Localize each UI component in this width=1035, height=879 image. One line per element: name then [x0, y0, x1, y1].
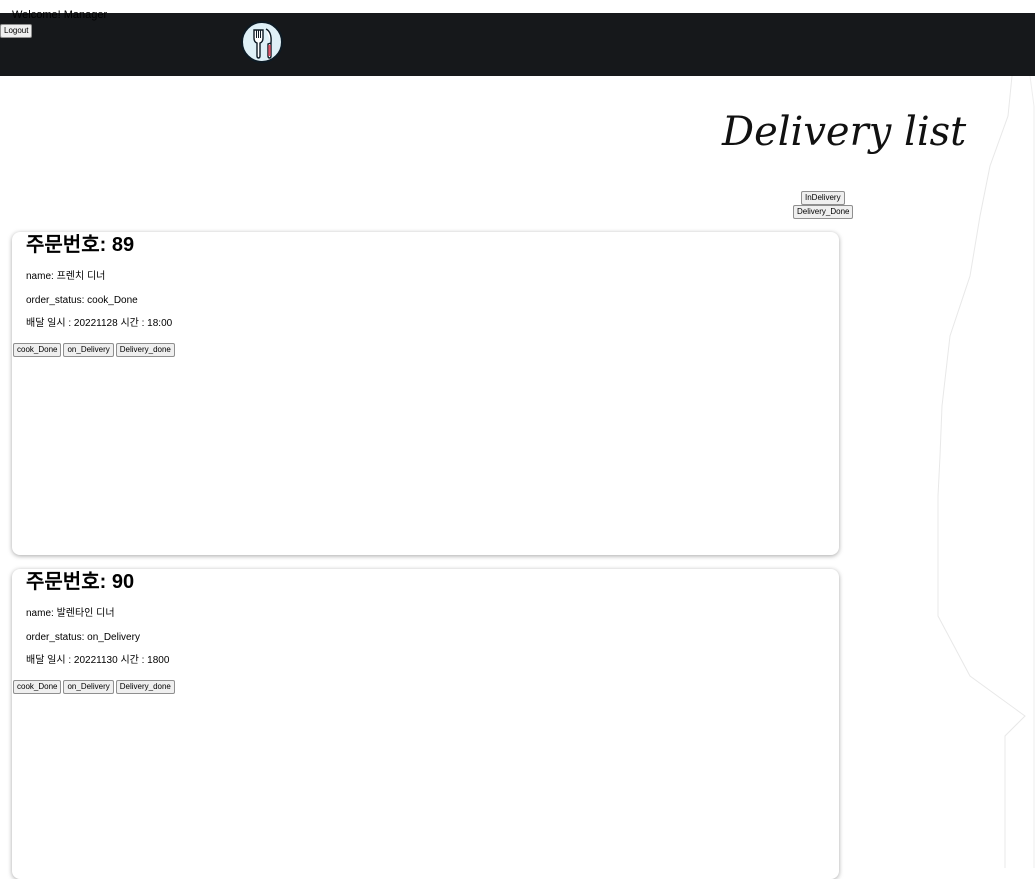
- order-number-title: 주문번호: 90: [26, 571, 135, 593]
- cook-done-button[interactable]: cook_Done: [13, 680, 62, 694]
- order-name: name: 발렌타인 디너: [26, 608, 115, 619]
- filter-in-delivery-button[interactable]: InDelivery: [801, 191, 845, 205]
- delivery-datetime: 배달 일시 : 20221128 시간 : 18:00: [26, 318, 173, 329]
- restaurant-logo-icon[interactable]: [241, 21, 283, 63]
- top-strip: [0, 0, 1035, 13]
- filter-delivery-done-button[interactable]: Delivery_Done: [793, 205, 854, 219]
- on-delivery-button[interactable]: on_Delivery: [63, 343, 114, 357]
- order-number-title: 주문번호: 89: [26, 234, 135, 256]
- logout-button[interactable]: Logout: [0, 24, 33, 38]
- order-status: order_status: on_Delivery: [26, 632, 140, 643]
- delivery-done-button[interactable]: Delivery_done: [115, 680, 175, 694]
- status-button-group: cook_Done on_Delivery Delivery_done: [13, 343, 175, 357]
- delivery-done-button[interactable]: Delivery_done: [115, 343, 175, 357]
- order-card: 주문번호: 89 name: 프렌치 디너 order_status: cook…: [12, 232, 839, 555]
- order-card: 주문번호: 90 name: 발렌타인 디너 order_status: on_…: [12, 569, 839, 879]
- welcome-text: Welcome! Manager: [12, 9, 108, 21]
- order-name: name: 프렌치 디너: [26, 271, 106, 282]
- delivery-datetime: 배달 일시 : 20221130 시간 : 1800: [26, 655, 170, 666]
- on-delivery-button[interactable]: on_Delivery: [63, 680, 114, 694]
- background-decoration: [937, 76, 1035, 868]
- header-bar: [0, 13, 1035, 76]
- cook-done-button[interactable]: cook_Done: [13, 343, 62, 357]
- status-button-group: cook_Done on_Delivery Delivery_done: [13, 680, 175, 694]
- order-status: order_status: cook_Done: [26, 295, 138, 306]
